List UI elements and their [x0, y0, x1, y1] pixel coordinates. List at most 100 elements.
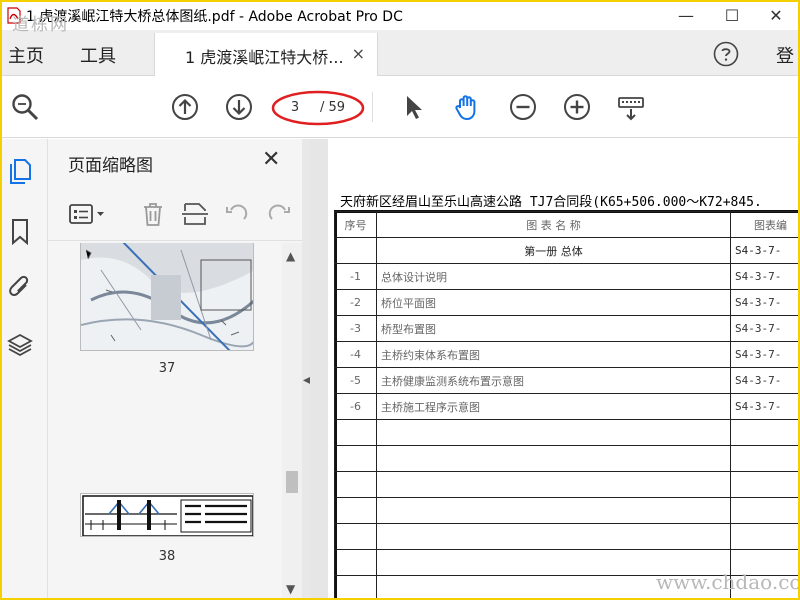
thumbnail-page-38[interactable]: [80, 493, 254, 537]
drawing-index-table: 序号 图 表 名 称 图表编 第一册 总体 S4-3-7- -1 总体设计说明 S4-3…: [334, 211, 798, 598]
next-page-icon[interactable]: [224, 92, 254, 122]
row-number: [334, 497, 377, 524]
row-name: 总体设计说明: [376, 263, 731, 290]
row-number: [334, 471, 377, 498]
row-code: S4-3-7-: [730, 315, 798, 342]
delete-page-icon[interactable]: [140, 201, 166, 227]
scroll-up-icon[interactable]: ▲: [286, 249, 295, 263]
document-tab-label: 1 虎渡溪岷江特大桥...: [185, 48, 344, 67]
table-row: -5 主桥健康监测系统布置示意图 S4-3-7-: [334, 367, 798, 394]
row-name: 主桥约束体系布置图: [376, 341, 731, 368]
row-code: [730, 419, 798, 446]
column-header-code: 图表编: [730, 211, 798, 238]
bookmarks-icon[interactable]: [7, 217, 33, 245]
zoom-search-icon[interactable]: [10, 92, 40, 122]
table-row: [334, 445, 798, 472]
row-code: [730, 445, 798, 472]
document-header-text: 天府新区经眉山至乐山高速公路 TJ7合同段(K65+506.000～K72+84…: [340, 195, 762, 210]
map-thumbnail-image: [81, 243, 253, 350]
row-number: [334, 237, 377, 264]
tab-row: 主页 工具 1 虎渡溪岷江特大桥... × 登: [2, 30, 798, 77]
row-name: 第一册 总体: [376, 237, 731, 264]
sign-in-link[interactable]: 登: [776, 42, 794, 68]
row-number: -2: [334, 289, 377, 316]
menu-tools[interactable]: 工具: [80, 42, 116, 68]
row-code: S4-3-7-: [730, 341, 798, 368]
keyboard-tool-icon[interactable]: [616, 92, 646, 122]
table-row: 第一册 总体 S4-3-7-: [334, 237, 798, 264]
table-row: [334, 419, 798, 446]
left-navigation-rail: [2, 139, 48, 598]
row-code: S4-3-7-: [730, 393, 798, 420]
row-code: S4-3-7-: [730, 289, 798, 316]
previous-page-icon[interactable]: [170, 92, 200, 122]
row-code: [730, 497, 798, 524]
hand-tool-icon[interactable]: [452, 92, 482, 122]
toolbar-separator: [372, 92, 373, 122]
window-title: 1 虎渡溪岷江特大桥总体图纸.pdf - Adobe Acrobat Pro D…: [26, 9, 403, 25]
row-number: [334, 523, 377, 550]
extract-pages-icon[interactable]: [182, 201, 208, 227]
row-code: S4-3-7-: [730, 367, 798, 394]
zoom-in-icon[interactable]: [562, 92, 592, 122]
table-row: [334, 471, 798, 498]
panel-title: 页面缩略图: [68, 156, 153, 176]
row-code: S4-3-7-: [730, 237, 798, 264]
document-view[interactable]: 天府新区经眉山至乐山高速公路 TJ7合同段(K65+506.000～K72+84…: [310, 139, 798, 598]
panel-splitter[interactable]: ◀: [302, 139, 311, 598]
row-number: [334, 445, 377, 472]
column-header-no: 序号: [334, 211, 377, 238]
table-row: -2 桥位平面图 S4-3-7-: [334, 289, 798, 316]
help-icon[interactable]: [713, 41, 739, 67]
row-name: [376, 471, 731, 498]
thumbnail-list: 37 38: [48, 243, 282, 598]
table-row: [334, 497, 798, 524]
maximize-button[interactable]: ☐: [710, 2, 754, 30]
scroll-down-icon[interactable]: ▼: [286, 582, 295, 596]
row-number: -5: [334, 367, 377, 394]
thumbnails-panel: 页面缩略图 ✕ 37 38 ▲ ▼: [48, 139, 302, 598]
acrobat-window: 1 虎渡溪岷江特大桥总体图纸.pdf - Adobe Acrobat Pro D…: [2, 2, 798, 598]
document-tab[interactable]: 1 虎渡溪岷江特大桥... ×: [154, 33, 378, 77]
close-panel-icon[interactable]: ✕: [262, 147, 280, 172]
layers-icon[interactable]: [7, 331, 33, 359]
select-pointer-icon[interactable]: [398, 92, 428, 122]
row-name: 主桥健康监测系统布置示意图: [376, 367, 731, 394]
watermark-bottom-right: www.chdao.com: [656, 570, 798, 594]
title-bar: 1 虎渡溪岷江特大桥总体图纸.pdf - Adobe Acrobat Pro D…: [2, 2, 798, 30]
column-header-name: 图 表 名 称: [376, 211, 731, 238]
drawing-thumbnail-image: [81, 494, 253, 536]
table-row: -6 主桥施工程序示意图 S4-3-7-: [334, 393, 798, 420]
rotate-right-icon[interactable]: [266, 201, 292, 227]
row-name: 桥型布置图: [376, 315, 731, 342]
row-number: -3: [334, 315, 377, 342]
options-menu-icon[interactable]: [68, 201, 108, 227]
watermark-top-left: 道栋网: [12, 15, 69, 35]
red-annotation-ellipse: [271, 90, 365, 126]
row-name: [376, 445, 731, 472]
row-name: 桥位平面图: [376, 289, 731, 316]
scrollbar-thumb[interactable]: [286, 471, 298, 493]
main-toolbar: 3 / 59: [2, 76, 798, 138]
close-tab-icon[interactable]: ×: [352, 44, 365, 63]
row-number: [334, 549, 377, 576]
row-name: [376, 497, 731, 524]
zoom-out-icon[interactable]: [508, 92, 538, 122]
row-number: -6: [334, 393, 377, 420]
row-code: S4-3-7-: [730, 263, 798, 290]
table-row: [334, 523, 798, 550]
thumbnail-toolbar: [48, 187, 302, 241]
page-thumbnails-icon[interactable]: [7, 157, 33, 185]
thumbnail-label-37: 37: [158, 361, 176, 376]
thumbnail-scrollbar[interactable]: ▲ ▼: [282, 243, 302, 598]
table-row: -3 桥型布置图 S4-3-7-: [334, 315, 798, 342]
row-number: -4: [334, 341, 377, 368]
minimize-button[interactable]: —: [664, 2, 708, 30]
thumbnail-page-37[interactable]: [80, 243, 254, 351]
row-code: [730, 471, 798, 498]
attachments-icon[interactable]: [7, 273, 33, 301]
menu-home[interactable]: 主页: [8, 42, 44, 68]
row-code: [730, 523, 798, 550]
close-window-button[interactable]: ✕: [754, 2, 798, 30]
rotate-left-icon[interactable]: [224, 201, 250, 227]
